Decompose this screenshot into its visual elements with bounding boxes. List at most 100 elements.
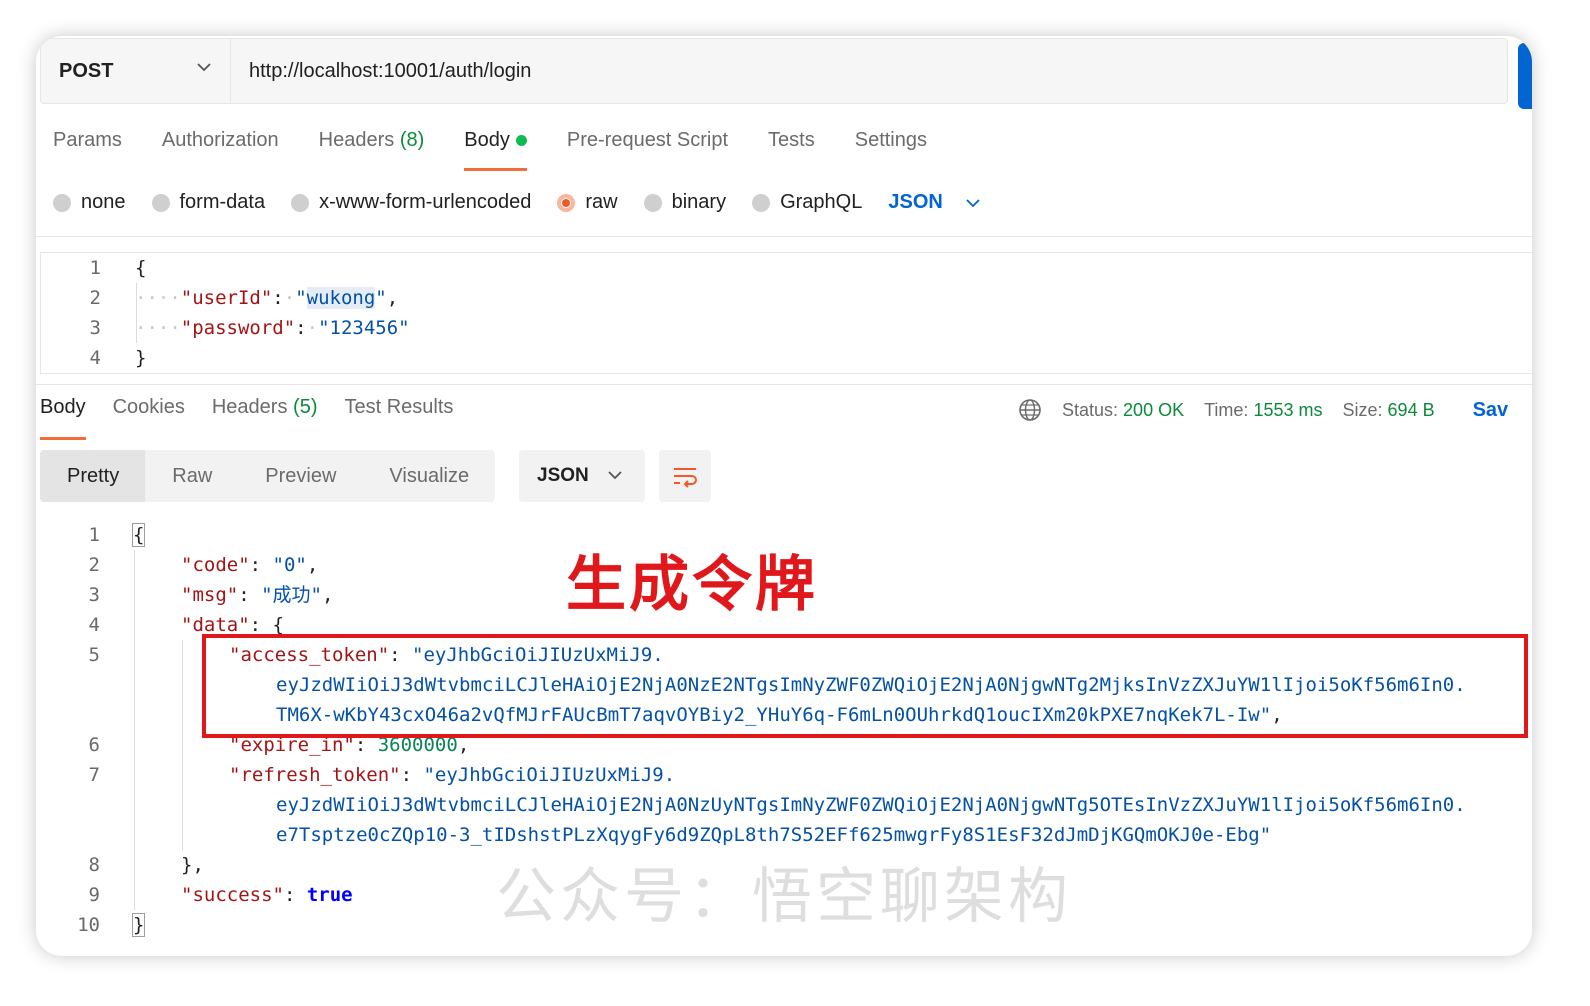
chevron-down-icon — [197, 63, 211, 72]
tab-label: Tests — [768, 129, 815, 151]
response-tabs: Body Cookies Headers (5) Test Results — [40, 396, 480, 440]
line-number: 3 — [88, 584, 100, 606]
response-status-bar: Status: 200 OK Time: 1553 ms Size: 694 B… — [1018, 398, 1508, 422]
radio-raw[interactable]: raw — [557, 191, 618, 214]
line-number: 2 — [88, 554, 100, 576]
radio-label: raw — [585, 191, 618, 213]
tab-label: Settings — [854, 129, 927, 151]
brace: { — [135, 257, 147, 279]
view-preview[interactable]: Preview — [238, 450, 362, 502]
json-string: " — [295, 287, 307, 309]
body-format-label: JSON — [888, 191, 943, 213]
line-number: 8 — [88, 854, 100, 876]
brace: { — [131, 523, 146, 547]
tab-tests[interactable]: Tests — [768, 129, 815, 169]
line-number: 9 — [88, 884, 100, 906]
code-line: { — [131, 520, 146, 550]
radio-label: form-data — [179, 191, 266, 213]
radio-graphql[interactable]: GraphQL — [752, 191, 862, 214]
tab-label: Headers — [211, 396, 288, 418]
request-body-editor[interactable]: 1 2 3 4 { ····"userId":·"wukong", ····"p… — [40, 252, 1532, 374]
response-format-label: JSON — [537, 465, 589, 486]
postman-window: POST http://localhost:10001/auth/login P… — [36, 36, 1532, 956]
response-format-select[interactable]: JSON — [519, 450, 645, 502]
json-key: "password" — [180, 317, 296, 339]
watermark-text: 公众号：悟空聊架构 — [496, 862, 1072, 932]
access-token-highlight-box — [202, 634, 1528, 738]
tab-label: Pre-request Script — [566, 129, 729, 151]
radio-form-data[interactable]: form-data — [151, 191, 266, 214]
view-visualize[interactable]: Visualize — [362, 450, 495, 502]
url-input[interactable]: http://localhost:10001/auth/login — [231, 60, 531, 83]
tab-params[interactable]: Params — [53, 129, 122, 169]
request-bar: POST http://localhost:10001/auth/login — [40, 38, 1508, 104]
tab-settings[interactable]: Settings — [855, 129, 927, 169]
json-key: "code" — [181, 554, 250, 576]
json-key: "refresh_token" — [229, 764, 401, 786]
radio-label: x-www-form-urlencoded — [319, 191, 532, 213]
radio-label: binary — [671, 191, 727, 213]
tab-label: Headers — [318, 129, 395, 151]
whitespace-dot: · — [283, 287, 296, 309]
json-key: "success" — [181, 884, 284, 906]
tab-label: Authorization — [161, 129, 279, 151]
json-key: "data" — [181, 614, 250, 636]
radio-none[interactable]: none — [53, 191, 126, 214]
view-raw[interactable]: Raw — [145, 450, 238, 502]
whitespace-dot: · — [306, 317, 319, 339]
brace: } — [181, 854, 193, 876]
whitespace-dots: ···· — [135, 317, 181, 339]
headers-count: (8) — [399, 129, 425, 151]
size-label-text: Size: — [1342, 399, 1383, 420]
code-line-wrapped: eyJzdWIiOiJ3dWtvbmciLCJleHAiOjE2NjA0NzUy… — [276, 790, 1466, 820]
tab-test-results[interactable]: Test Results — [344, 396, 453, 438]
chevron-down-icon — [608, 471, 622, 480]
tab-response-headers[interactable]: Headers (5) — [212, 396, 318, 438]
json-string: e7Tsptze0cZQp10-3_tIDshstPLzXqygFy6d9ZQp… — [276, 824, 1272, 846]
tab-headers[interactable]: Headers (8) — [319, 129, 425, 169]
tab-label: Test Results — [344, 396, 454, 418]
tab-cookies[interactable]: Cookies — [113, 396, 185, 438]
status-value: 200 OK — [1123, 399, 1185, 420]
body-type-options: none form-data x-www-form-urlencoded raw… — [53, 191, 981, 214]
body-format-select[interactable]: JSON — [888, 191, 980, 214]
radio-circle-selected — [557, 193, 576, 212]
radio-circle — [151, 193, 170, 212]
tab-response-body[interactable]: Body — [40, 396, 86, 440]
line-number: 5 — [88, 644, 100, 666]
save-response-button[interactable]: Sav — [1473, 399, 1509, 422]
radio-circle — [643, 193, 662, 212]
json-key: "userId" — [180, 287, 273, 309]
time-value: 1553 ms — [1253, 399, 1323, 420]
view-mode-bar: Pretty Raw Preview Visualize — [40, 450, 496, 502]
code-line: } — [131, 910, 146, 940]
size-label: Size: 694 B — [1343, 400, 1435, 421]
json-string: eyJzdWIiOiJ3dWtvbmciLCJleHAiOjE2NjA0NzUy… — [276, 794, 1466, 816]
chevron-down-icon — [966, 198, 980, 207]
radio-binary[interactable]: binary — [643, 191, 727, 214]
code-line: ····"password":·"123456" — [135, 317, 410, 339]
send-button[interactable] — [1518, 43, 1532, 109]
json-string: "123456" — [318, 317, 410, 339]
wrap-lines-button[interactable] — [659, 450, 711, 502]
line-number: 4 — [88, 614, 100, 636]
line-number: 3 — [89, 317, 101, 339]
tab-label: Body — [40, 396, 86, 418]
code-line: } — [135, 343, 146, 373]
radio-x-www-form-urlencoded[interactable]: x-www-form-urlencoded — [291, 191, 531, 214]
radio-circle — [53, 193, 71, 212]
line-number: 1 — [88, 524, 100, 546]
tab-authorization[interactable]: Authorization — [162, 129, 279, 169]
tab-pre-request-script[interactable]: Pre-request Script — [567, 129, 728, 169]
code-line: "msg": "成功", — [181, 584, 334, 606]
tab-label: Params — [53, 129, 122, 151]
tab-body[interactable]: Body — [464, 129, 527, 171]
radio-label: GraphQL — [780, 191, 863, 213]
radio-label: none — [81, 191, 126, 213]
brace: } — [135, 347, 147, 369]
view-pretty[interactable]: Pretty — [40, 450, 146, 502]
headers-count: (5) — [293, 396, 318, 418]
method-select[interactable]: POST — [41, 39, 231, 103]
line-number: 4 — [89, 347, 101, 369]
globe-icon[interactable] — [1018, 398, 1042, 422]
